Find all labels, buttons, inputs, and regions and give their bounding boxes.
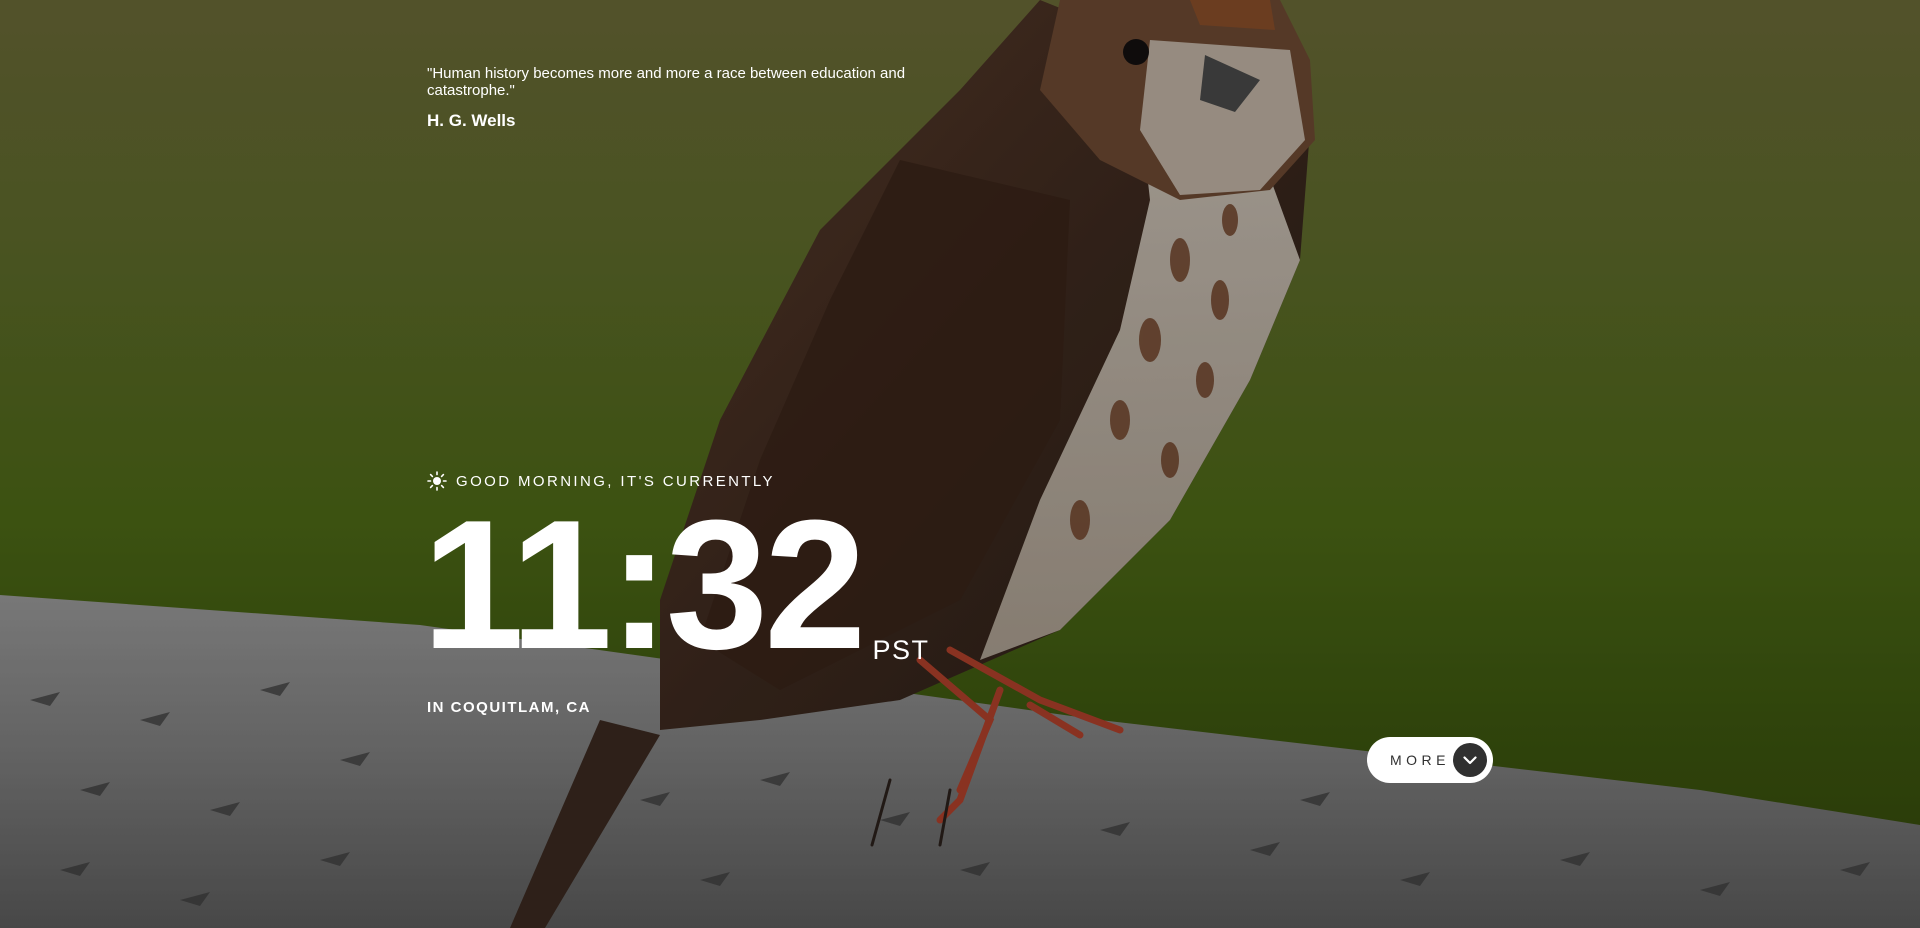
quote-text: "Human history becomes more and more a r… (427, 65, 906, 99)
chevron-down-icon (1453, 743, 1487, 777)
quote-block: "Human history becomes more and more a r… (427, 65, 947, 131)
more-button-label: MORE (1390, 752, 1450, 768)
background-dim-overlay (0, 0, 1920, 928)
clock-display: 11:32 PST (422, 481, 930, 687)
quote-author: H. G. Wells (427, 111, 516, 130)
location-label: IN COQUITLAM, CA (427, 699, 591, 716)
clock-app-screen: "Human history becomes more and more a r… (0, 0, 1920, 928)
more-button[interactable]: MORE (1367, 737, 1493, 783)
timezone-label: PST (872, 635, 930, 665)
current-time: 11:32 (422, 481, 866, 687)
